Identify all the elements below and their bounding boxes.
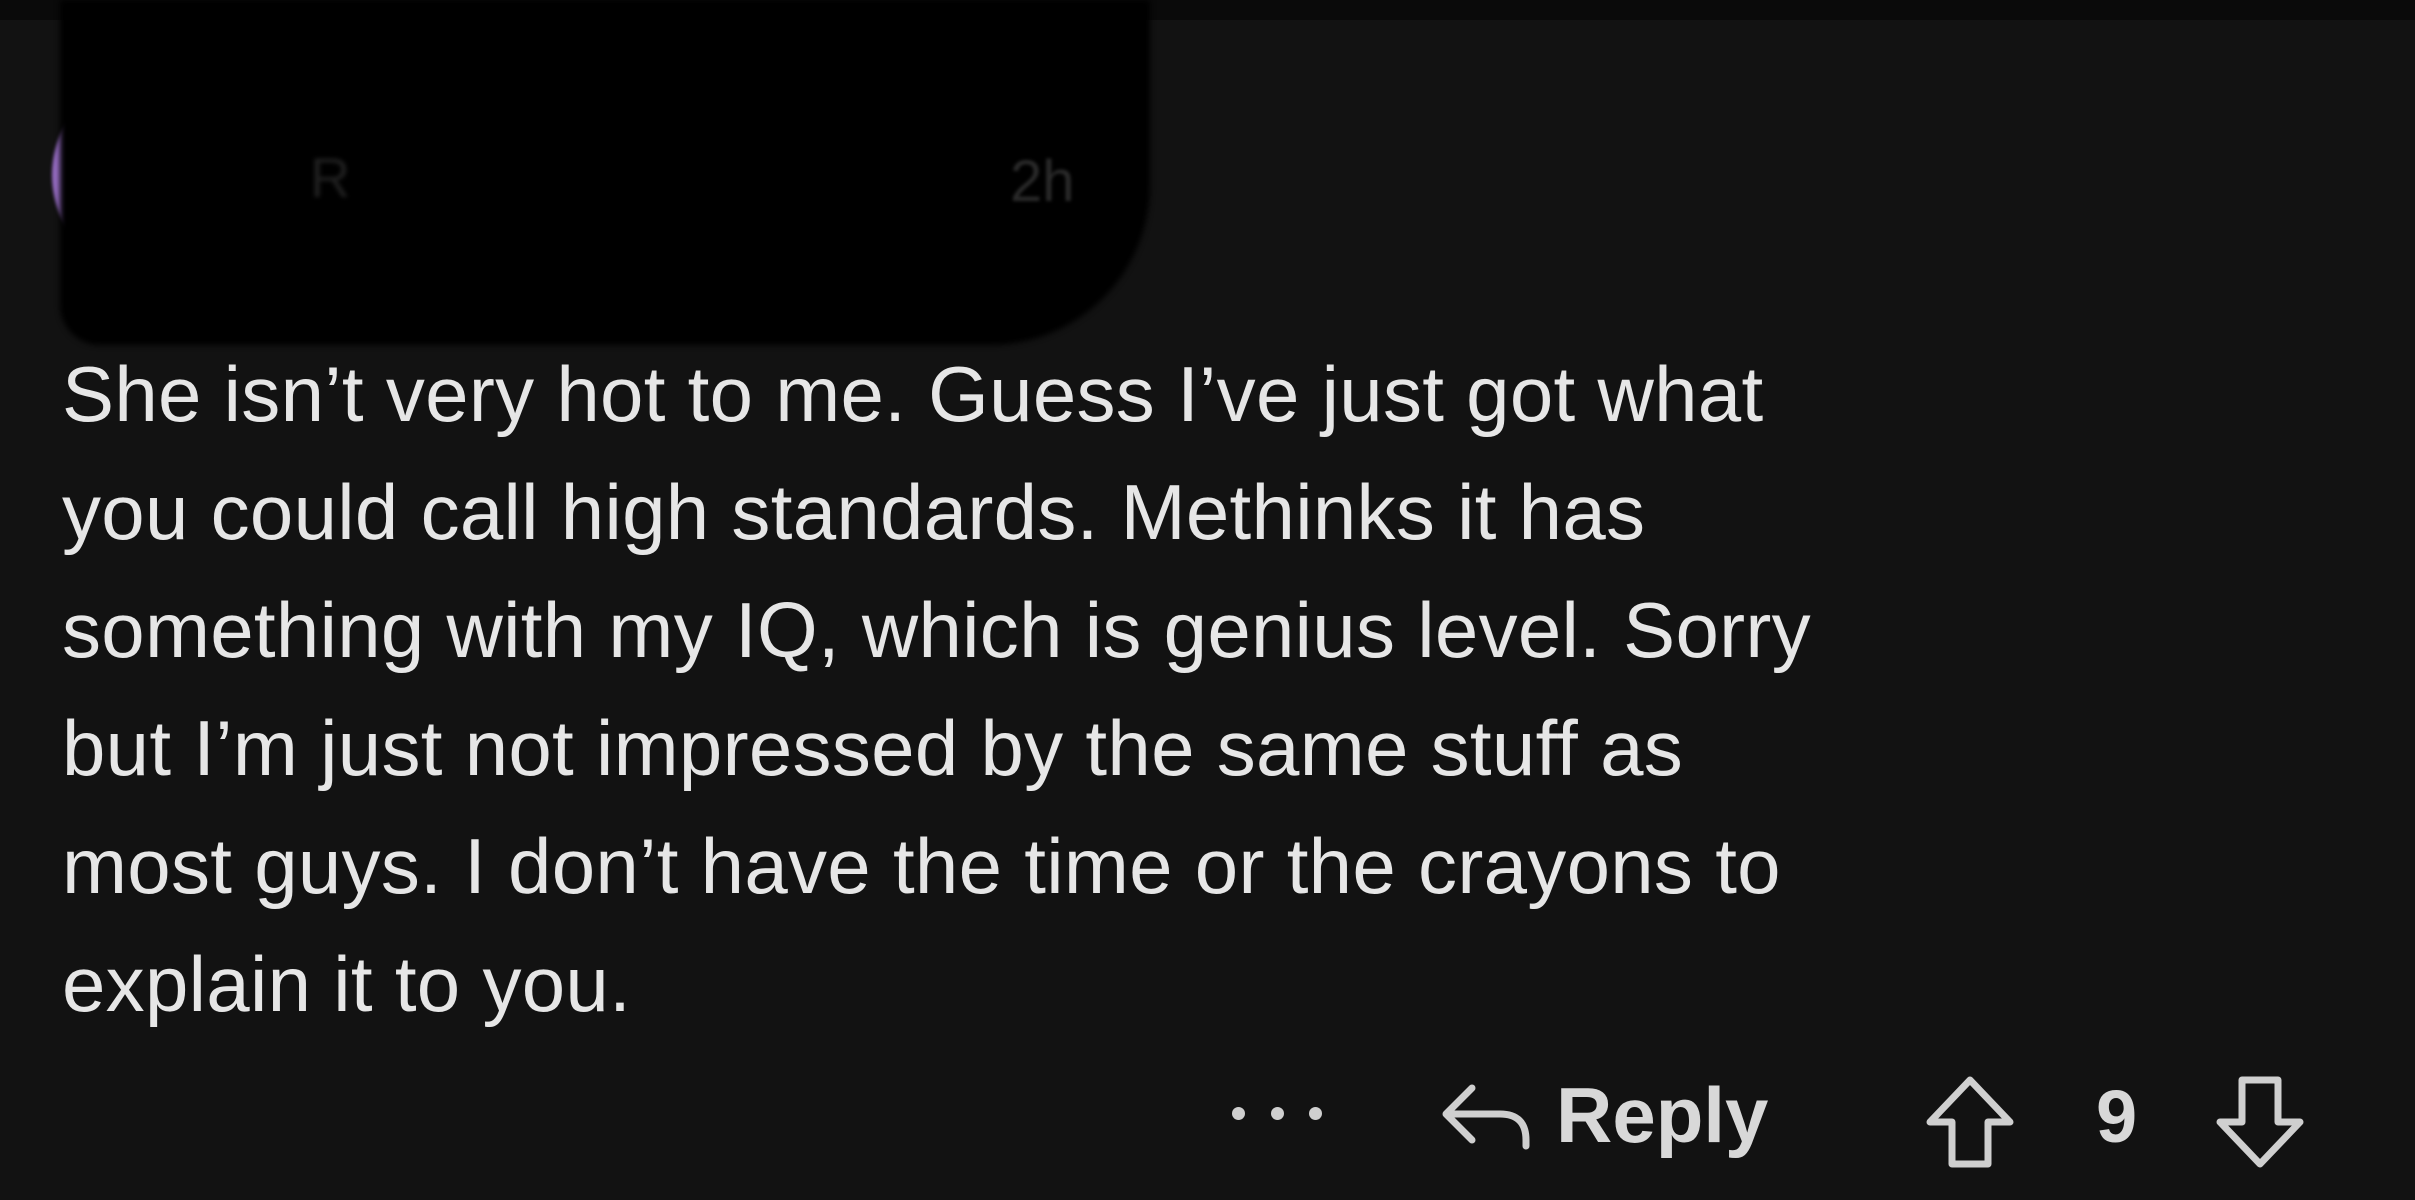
reply-button[interactable]: Reply — [1438, 1060, 1768, 1170]
ellipsis-icon — [1232, 1106, 1245, 1120]
comment-line: She isn’t very hot to me. Guess I’ve jus… — [62, 350, 1764, 438]
vote-score: 9 — [2096, 1075, 2138, 1158]
downvote-button[interactable] — [2210, 1072, 2310, 1172]
more-options-button[interactable] — [1232, 1088, 1322, 1138]
comment-body: She isn’t very hot to me. Guess I’ve jus… — [62, 335, 2362, 1043]
comment-author[interactable]: R — [310, 145, 352, 210]
upvote-arrow-icon — [1926, 1076, 2014, 1168]
ellipsis-icon — [1309, 1106, 1322, 1120]
comment-line: you could call high standards. Methinks … — [62, 468, 1646, 556]
downvote-arrow-icon — [2216, 1076, 2304, 1168]
comment-line: most guys. I don’t have the time or the … — [62, 822, 1781, 910]
ellipsis-icon — [1270, 1106, 1284, 1120]
reply-arrow-icon — [1442, 1084, 1530, 1150]
reply-label: Reply — [1556, 1070, 1769, 1159]
upvote-button[interactable] — [1920, 1072, 2020, 1172]
comment-actions-bar: Reply 9 — [0, 1060, 2415, 1170]
comment-line: but I’m just not impressed by the same s… — [62, 704, 1684, 792]
comment-line: something with my IQ, which is genius le… — [62, 586, 1811, 674]
comment-line: explain it to you. — [62, 940, 632, 1028]
redaction-overlay — [60, 0, 1150, 345]
comment-timestamp: 2h — [1010, 149, 1075, 214]
